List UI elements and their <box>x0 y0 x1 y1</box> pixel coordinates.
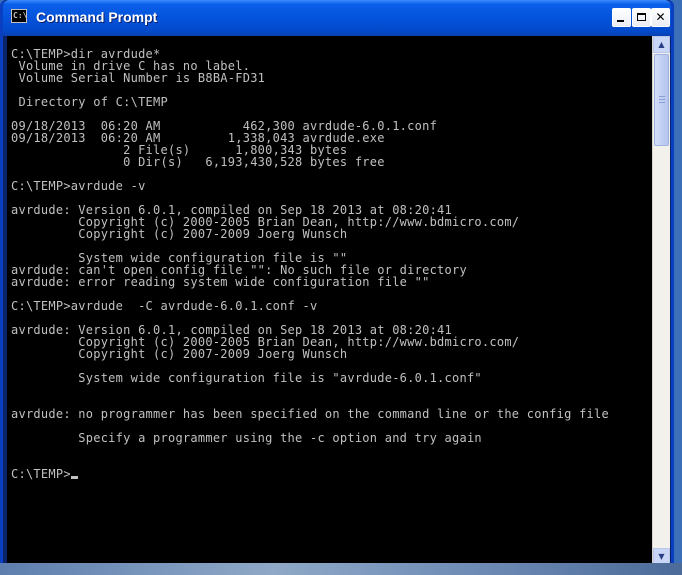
console-line: Copyright (c) 2007-2009 Joerg Wunsch <box>11 227 652 241</box>
grip-line <box>659 102 665 103</box>
window-title: Command Prompt <box>36 9 158 25</box>
minimize-button[interactable] <box>612 8 631 27</box>
close-button[interactable]: ✕ <box>651 8 670 27</box>
console-line: 2 File(s) 1,800,343 bytes <box>11 143 652 157</box>
title-bar[interactable]: C:\ Command Prompt ✕ <box>3 0 671 36</box>
console-line: 09/18/2013 06:20 AM 462,300 avrdude-6.0.… <box>11 119 652 133</box>
cmd-icon[interactable]: C:\ <box>11 9 27 23</box>
desktop-background <box>0 563 682 575</box>
console-line: Copyright (c) 2007-2009 Joerg Wunsch <box>11 347 652 361</box>
minimize-icon <box>617 20 624 22</box>
console-line: avrdude: Version 6.0.1, compiled on Sep … <box>11 203 652 217</box>
text-cursor <box>71 476 78 479</box>
console-line: Specify a programmer using the -c option… <box>11 431 652 445</box>
console-line: System wide configuration file is "avrdu… <box>11 371 652 385</box>
console-output[interactable]: C:\TEMP>dir avrdude* Volume in drive C h… <box>7 36 652 565</box>
console-line: C:\TEMP>avrdude -C avrdude-6.0.1.conf -v <box>11 299 652 313</box>
maximize-button[interactable] <box>632 8 651 27</box>
console-line: 09/18/2013 06:20 AM 1,338,043 avrdude.ex… <box>11 131 652 145</box>
console-line: C:\TEMP>dir avrdude* <box>11 47 652 61</box>
arrow-up-icon: ▲ <box>658 40 665 49</box>
close-icon: ✕ <box>655 10 666 24</box>
console-line: avrdude: can't open config file "": No s… <box>11 263 652 277</box>
console-line: C:\TEMP> <box>11 467 652 481</box>
console-line: Volume Serial Number is B8BA-FD31 <box>11 71 652 85</box>
console-line: Directory of C:\TEMP <box>11 95 652 109</box>
scroll-up-button[interactable]: ▲ <box>653 36 670 53</box>
grip-line <box>659 99 665 100</box>
maximize-icon <box>637 13 646 21</box>
arrow-down-icon: ▼ <box>658 552 665 561</box>
vertical-scrollbar[interactable]: ▲ ▼ <box>652 36 670 565</box>
grip-line <box>659 96 665 97</box>
console-line: Volume in drive C has no label. <box>11 59 652 73</box>
console-line: Copyright (c) 2000-2005 Brian Dean, http… <box>11 335 652 349</box>
console-line-text: avrdude: no programmer has been specifie… <box>11 407 609 421</box>
console-line: Copyright (c) 2000-2005 Brian Dean, http… <box>11 215 652 229</box>
console-line: System wide configuration file is "" <box>11 251 652 265</box>
scroll-thumb[interactable] <box>654 54 669 146</box>
console-line: avrdude: error reading system wide confi… <box>11 275 652 289</box>
console-line: avrdude: no programmer has been specifie… <box>11 407 652 421</box>
command-prompt-window: C:\ Command Prompt ✕ C:\TEMP>dir avrdude… <box>0 0 674 569</box>
console-line: C:\TEMP>avrdude -v <box>11 179 652 193</box>
console-line: avrdude: Version 6.0.1, compiled on Sep … <box>11 323 652 337</box>
console-line: 0 Dir(s) 6,193,430,528 bytes free <box>11 155 652 169</box>
console-line-text: C:\TEMP> <box>11 467 71 481</box>
